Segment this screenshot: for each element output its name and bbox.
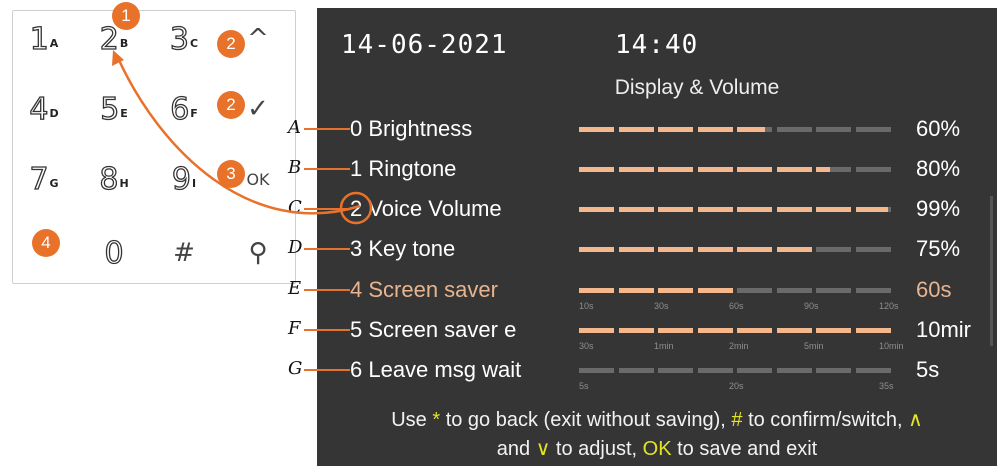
callout-overlay: [112, 50, 373, 371]
arrow-head: [112, 50, 124, 66]
navigation-arrow: [116, 57, 361, 215]
